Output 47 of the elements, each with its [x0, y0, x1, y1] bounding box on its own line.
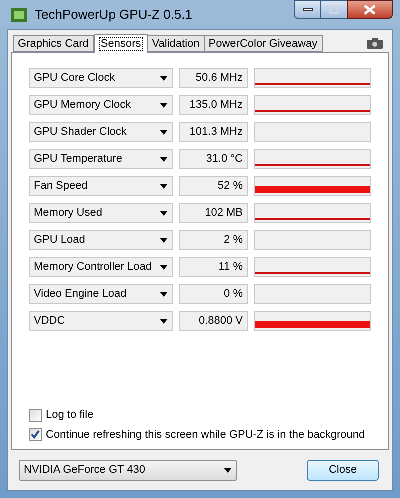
tab[interactable]: Sensors [94, 34, 148, 53]
sensor-reading: 50.6 MHz [179, 68, 248, 88]
sensor-selector[interactable]: GPU Load [29, 230, 173, 250]
sensor-selector[interactable]: Memory Controller Load [29, 257, 173, 277]
sensor-selector[interactable]: GPU Shader Clock [29, 122, 173, 142]
checkbox-label: Continue refreshing this screen while GPU-Z is in the background [46, 428, 366, 442]
close-button[interactable]: Close [307, 460, 379, 480]
sensor-selector[interactable]: Video Engine Load [29, 284, 173, 304]
sensor-reading: 11 % [179, 257, 248, 277]
caret-icon [160, 102, 168, 108]
sensor-reading: 0.8800 V [179, 311, 248, 331]
caret-icon [160, 264, 168, 270]
window-title: TechPowerUp GPU-Z 0.5.1 [35, 6, 193, 24]
sensor-reading: 101.3 MHz [179, 122, 248, 142]
sensor-reading: 31.0 °C [179, 149, 248, 169]
sensor-reading: 0 % [179, 284, 248, 304]
sensor-selector[interactable]: GPU Memory Clock [29, 95, 173, 115]
tab[interactable]: PowerColor Giveaway [204, 35, 323, 52]
sensor-selector[interactable]: GPU Core Clock [29, 68, 173, 88]
caret-icon [160, 318, 168, 324]
caret-icon [224, 468, 232, 472]
sensor-selector[interactable]: GPU Temperature [29, 149, 173, 169]
checkbox[interactable] [29, 408, 42, 422]
sensor-reading: 2 % [179, 230, 248, 250]
checkbox-label: Log to file [46, 408, 94, 423]
tab[interactable]: Graphics Card [13, 35, 94, 52]
sensor-reading: 135.0 MHz [179, 95, 248, 115]
caret-icon [160, 184, 168, 188]
caret-icon [160, 130, 168, 134]
camera-icon[interactable] [367, 38, 383, 49]
sensor-reading: 52 % [179, 176, 248, 196]
caret-icon [160, 210, 168, 216]
caret-icon [160, 238, 168, 242]
checkbox[interactable] [29, 428, 42, 442]
app-icon [11, 8, 27, 22]
sensor-reading: 102 MB [179, 203, 248, 223]
sensor-selector[interactable]: Memory Used [29, 203, 173, 223]
minimize-button[interactable] [294, 0, 321, 19]
close-icon[interactable] [347, 0, 393, 19]
tab[interactable]: Validation [147, 35, 205, 52]
maximize-button[interactable] [321, 0, 347, 19]
device-dropdown[interactable]: NVIDIA GeForce GT 430 [19, 460, 237, 480]
caret-icon [160, 156, 168, 162]
caret-icon [160, 292, 168, 296]
sensor-selector[interactable]: Fan Speed [29, 176, 173, 196]
caret-icon [160, 76, 168, 80]
sensor-selector[interactable]: VDDC [29, 311, 173, 331]
